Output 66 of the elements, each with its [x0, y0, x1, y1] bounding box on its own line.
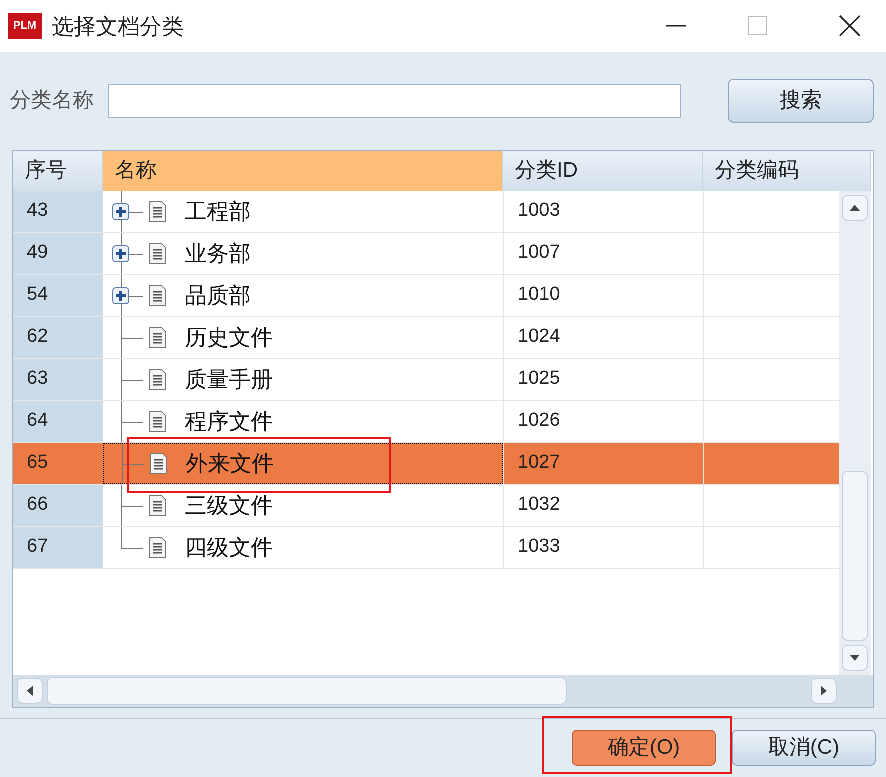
search-field[interactable]: [108, 84, 681, 118]
document-icon: [149, 368, 167, 390]
category-name: 四级文件: [185, 534, 273, 562]
category-name: 品质部: [185, 282, 251, 310]
row-number: 66: [13, 485, 103, 526]
table-cell: 1026: [503, 401, 703, 442]
cancel-button[interactable]: 取消(C): [732, 730, 876, 766]
tree-item[interactable]: 程序文件: [103, 401, 503, 442]
row-number: 67: [13, 527, 103, 568]
tree-item[interactable]: 业务部: [103, 233, 503, 274]
table-cell: 1033: [503, 527, 703, 568]
row-number: 62: [13, 317, 103, 358]
table-cell: 1003: [503, 191, 703, 232]
tree-item[interactable]: 四级文件: [103, 527, 503, 568]
row-number: 63: [13, 359, 103, 400]
document-icon: [149, 242, 167, 264]
document-icon: [149, 284, 167, 306]
document-icon: [149, 536, 167, 558]
tree-item[interactable]: 质量手册: [103, 359, 503, 400]
document-icon: [149, 326, 167, 348]
tree-item[interactable]: 外来文件: [103, 443, 503, 484]
table-cell: 1007: [503, 233, 703, 274]
table-cell: 1027: [503, 443, 703, 484]
column-header[interactable]: 序号: [13, 151, 103, 191]
expand-icon[interactable]: [112, 244, 130, 262]
expand-icon[interactable]: [112, 286, 130, 304]
vertical-scrollbar[interactable]: [839, 191, 871, 675]
horizontal-scrollbar[interactable]: [13, 675, 873, 707]
search-label: 分类名称: [10, 88, 94, 114]
tree-item[interactable]: 历史文件: [103, 317, 503, 358]
tree-item[interactable]: 工程部: [103, 191, 503, 232]
document-icon: [149, 410, 167, 432]
row-number: 54: [13, 275, 103, 316]
scroll-right-icon[interactable]: [821, 686, 827, 696]
document-icon: [149, 200, 167, 222]
column-header[interactable]: 名称: [103, 151, 503, 191]
ok-button[interactable]: 确定(O): [572, 730, 716, 766]
table-cell: 1025: [503, 359, 703, 400]
search-button[interactable]: 搜索: [728, 79, 874, 123]
category-name: 业务部: [185, 240, 251, 268]
table-cell: 1032: [503, 485, 703, 526]
row-number: 65: [13, 443, 103, 484]
expand-icon[interactable]: [112, 202, 130, 220]
document-icon: [149, 494, 167, 516]
scroll-down-icon[interactable]: [850, 655, 860, 661]
category-name: 历史文件: [185, 324, 273, 352]
table-cell: 1024: [503, 317, 703, 358]
scroll-up-icon[interactable]: [850, 205, 860, 211]
row-number: 64: [13, 401, 103, 442]
window-title: 选择文档分类: [52, 12, 184, 40]
category-name: 外来文件: [186, 450, 274, 478]
category-name: 工程部: [185, 198, 251, 226]
tree-item[interactable]: 三级文件: [103, 485, 503, 526]
category-name: 三级文件: [185, 492, 273, 520]
row-number: 43: [13, 191, 103, 232]
column-header[interactable]: 分类编码: [703, 151, 871, 191]
app-logo: PLM: [8, 13, 42, 39]
document-icon: [150, 452, 168, 474]
tree-item[interactable]: 品质部: [103, 275, 503, 316]
scroll-left-icon[interactable]: [27, 686, 33, 696]
row-number: 49: [13, 233, 103, 274]
category-name: 程序文件: [185, 408, 273, 436]
category-name: 质量手册: [185, 366, 273, 394]
column-header[interactable]: 分类ID: [503, 151, 703, 191]
close-icon[interactable]: [838, 14, 862, 38]
table-cell: 1010: [503, 275, 703, 316]
